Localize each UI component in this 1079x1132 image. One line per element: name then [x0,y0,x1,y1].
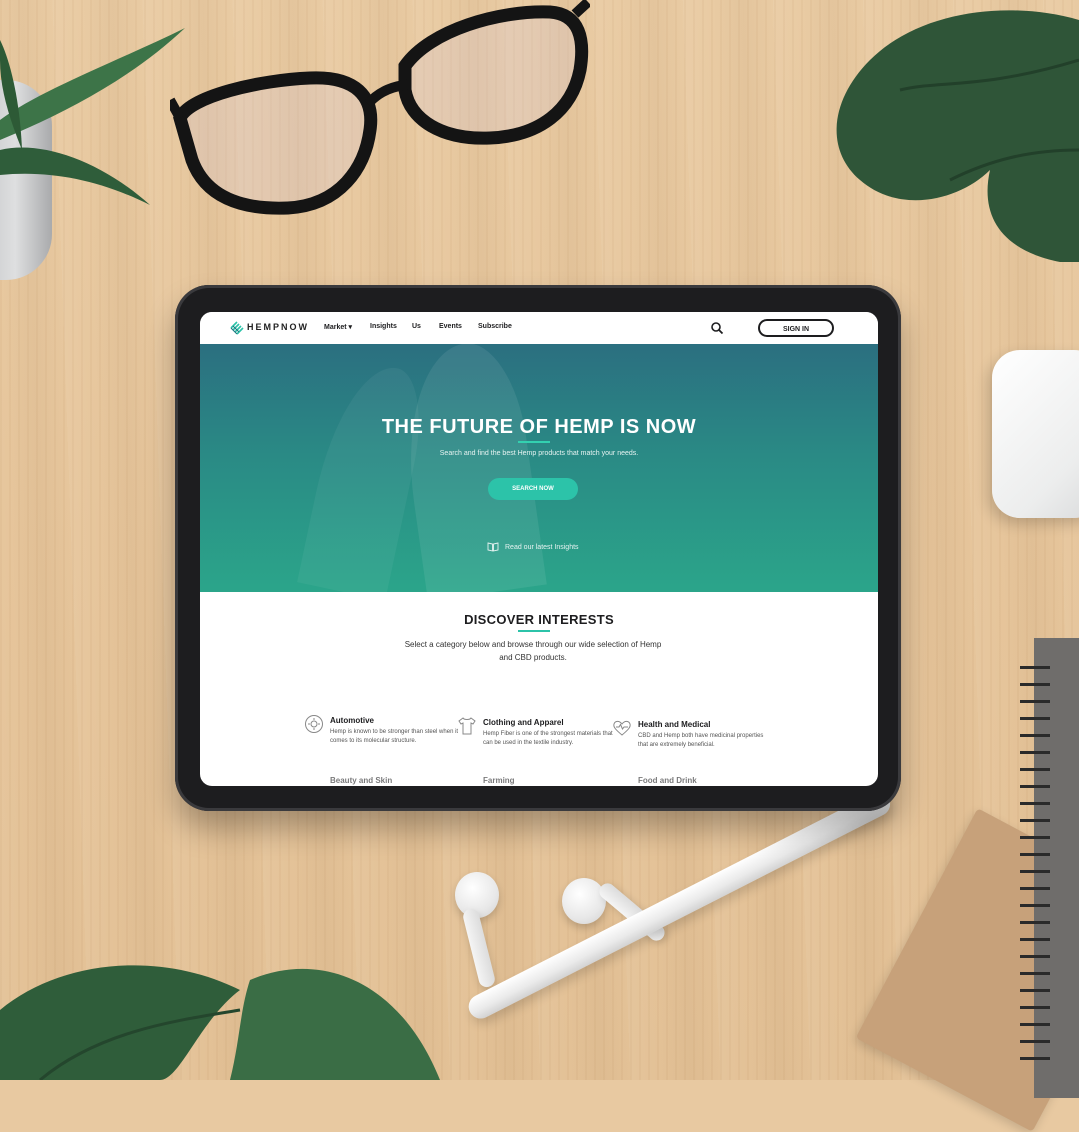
hero-title: THE FUTURE OF HEMP IS NOW [381,416,697,438]
category-description: Hemp Fiber is one of the strongest mater… [483,731,613,746]
category-description: Hemp is known to be stronger than steel … [330,729,459,744]
category-title: Automotive [330,716,374,725]
discover-subtitle: Select a category below and browse throu… [404,640,662,662]
hero-subtitle: Search and find the best Hemp products t… [439,450,639,457]
category-title: Clothing and Apparel [483,718,564,727]
nav-item-subscribe[interactable]: Subscribe [478,323,512,330]
airpod-right-prop [562,878,668,944]
bottom-leaves-prop [0,965,440,1080]
chevron-down-icon: ▾ [348,324,353,331]
book-icon [487,542,499,552]
nav-item-market[interactable]: Market ▾ [324,323,352,331]
category-title: Health and Medical [638,720,711,729]
monstera-leaf-prop [836,10,1079,263]
read-insights-label: Read our latest Insights [505,543,579,551]
sign-in-button[interactable]: SIGN IN [758,319,834,337]
airpod-left-prop [455,872,499,989]
nav-item-us[interactable]: Us [412,323,421,330]
glasses-prop [170,0,590,215]
hero-section: THE FUTURE OF HEMP IS NOW Search and fin… [200,344,878,592]
category-description: CBD and Hemp both have medicinal propert… [638,733,764,748]
top-nav: HEMPNOW Market ▾ Insights Us Events Subs… [200,312,878,345]
brand-name[interactable]: HEMPNOW [247,322,309,332]
gear-icon [305,715,323,733]
category-title-partial[interactable]: Food and Drink [638,776,697,785]
notebook-spiral-prop [1020,660,1050,1060]
hero-background-leaf [393,344,547,592]
discover-title: DISCOVER INTERESTS [464,612,614,627]
search-now-button[interactable]: SEARCH NOW [488,478,578,500]
heart-pulse-icon [613,720,631,736]
category-title-partial[interactable]: Farming [483,776,515,785]
nav-item-events[interactable]: Events [439,323,462,330]
shirt-icon [458,717,476,735]
discover-title-underline [518,630,550,632]
plant-leaves-prop [0,28,185,205]
airpods-case-prop [992,350,1079,518]
nav-item-insights[interactable]: Insights [370,323,397,330]
hero-title-underline [518,441,550,443]
tablet-screen: HEMPNOW Market ▾ Insights Us Events Subs… [200,312,878,786]
read-insights-link[interactable]: Read our latest Insights [487,541,579,553]
search-icon[interactable] [710,321,724,335]
category-title-partial[interactable]: Beauty and Skin [330,776,392,785]
hempnow-logo-icon[interactable] [230,321,244,335]
